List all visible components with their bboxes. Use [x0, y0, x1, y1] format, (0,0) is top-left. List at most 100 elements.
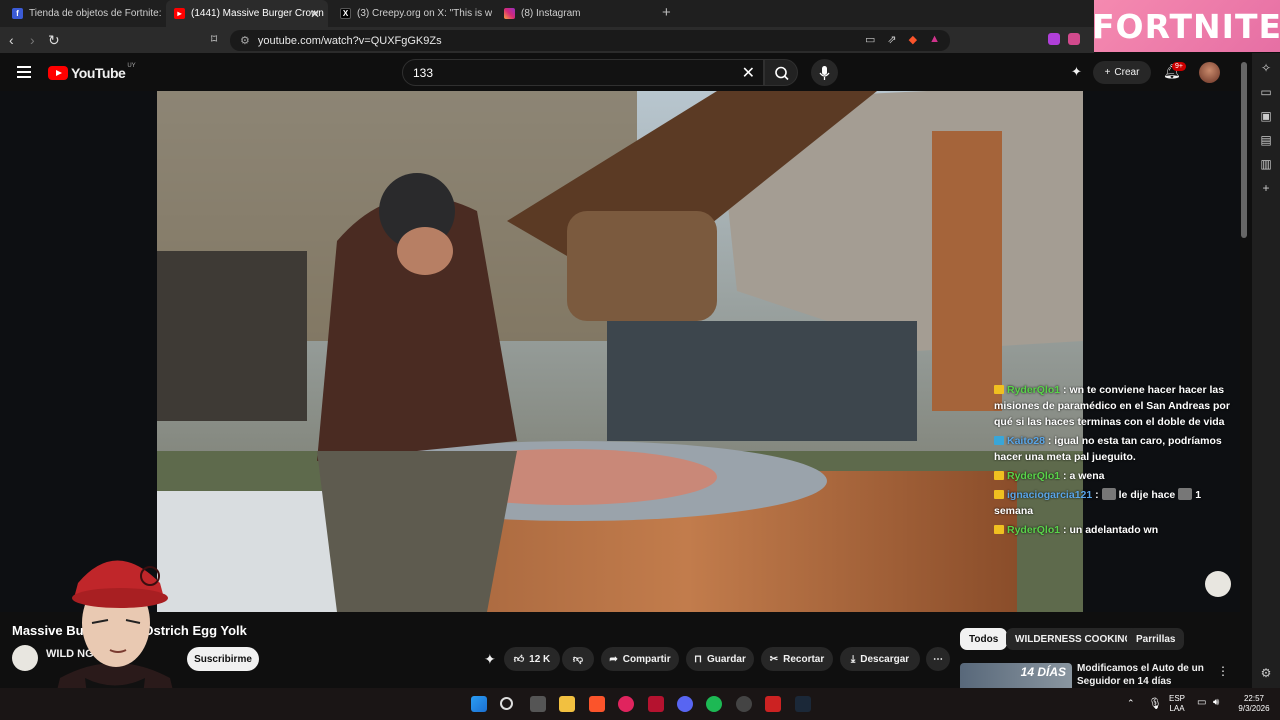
- create-button[interactable]: + Crear: [1093, 61, 1151, 84]
- tab-label: Tienda de objetos de Fortnite: Conte: [29, 8, 164, 19]
- plus-icon: +: [1104, 67, 1111, 78]
- clock[interactable]: 22:57 9/3/2026: [1232, 694, 1276, 714]
- chip-all[interactable]: Todos: [960, 628, 1008, 650]
- file-explorer-icon[interactable]: [559, 696, 575, 712]
- voice-search-button[interactable]: [811, 59, 838, 86]
- wallet-icon[interactable]: ▣: [1259, 109, 1273, 123]
- app-icon[interactable]: [765, 696, 781, 712]
- chat-text: : un adelantado wn: [1063, 524, 1159, 536]
- site-settings-icon[interactable]: ⚙: [240, 34, 250, 47]
- reading-list-icon[interactable]: ▥: [1259, 157, 1273, 171]
- settings-icon[interactable]: ⚙: [1259, 666, 1273, 680]
- video-frame: [157, 91, 1083, 612]
- windows-start-icon[interactable]: [471, 696, 487, 712]
- steam-icon[interactable]: [795, 696, 811, 712]
- language-code: ESP: [1168, 694, 1185, 703]
- game-controller-icon[interactable]: ✦: [484, 651, 496, 668]
- windows-taskbar: ⌃ 🎙︎ ESP LAA ▭ 🔊︎ 22:57 9/3/2026: [0, 688, 1280, 720]
- save-label: Guardar: [706, 653, 746, 665]
- tab-x[interactable]: X (3) Creepy.org on X: "This is why two: [332, 0, 492, 27]
- menu-icon[interactable]: [17, 66, 31, 78]
- logo-text: YouTube: [71, 65, 126, 81]
- like-button[interactable]: 👍︎ 12 K: [504, 647, 560, 671]
- chat-message: RyderQlo1 : a wena: [994, 468, 1240, 484]
- stream-chat-overlay: RyderQlo1 : wn te conviene hacer hacer l…: [994, 382, 1240, 541]
- bookmark-icon[interactable]: ⌑: [211, 32, 217, 46]
- clip-button[interactable]: ✂ Recortar: [761, 647, 833, 671]
- obs-icon[interactable]: [736, 696, 752, 712]
- tray-chevron-icon[interactable]: ⌃: [1127, 698, 1135, 709]
- search-input[interactable]: 133 ✕: [402, 59, 764, 86]
- user-avatar[interactable]: [1199, 62, 1220, 83]
- chat-message: RyderQlo1 : wn te conviene hacer hacer l…: [994, 382, 1240, 430]
- youtube-play-icon: [48, 66, 68, 80]
- dislike-button[interactable]: 👎︎: [562, 647, 594, 671]
- subscriber-badge-icon: [994, 525, 1004, 534]
- more-vertical-icon[interactable]: ⋮: [1217, 664, 1229, 678]
- extension-icon[interactable]: [1048, 33, 1060, 45]
- app-icon[interactable]: [648, 696, 664, 712]
- search-icon: [775, 66, 789, 81]
- search-icon[interactable]: [500, 697, 513, 710]
- chat-username: RyderQlo1: [1007, 384, 1061, 396]
- more-horizontal-icon: ⋯: [933, 653, 943, 665]
- youtube-tab-icon: ▸: [174, 8, 185, 19]
- chip-parrillas[interactable]: Parrillas: [1127, 628, 1185, 650]
- close-tab-icon[interactable]: ✕: [310, 7, 320, 21]
- bookmarks-icon[interactable]: ▤: [1259, 133, 1273, 147]
- save-button[interactable]: ⊓ Guardar: [686, 647, 754, 671]
- pin-icon[interactable]: ✧: [1259, 61, 1273, 75]
- brave-browser-icon[interactable]: [589, 696, 605, 712]
- search-button[interactable]: [764, 59, 798, 86]
- scrollbar[interactable]: [1241, 62, 1247, 238]
- tab-youtube[interactable]: ▸ (1441) Massive Burger Crown ✕: [166, 0, 328, 27]
- prime-badge-icon: [994, 436, 1004, 445]
- media-icon[interactable]: ▭: [1259, 85, 1273, 99]
- tab-label: (8) Instagram: [521, 8, 581, 19]
- extension-icon[interactable]: [1068, 33, 1080, 45]
- reload-icon[interactable]: ↻: [48, 32, 60, 49]
- recommendation-title[interactable]: Modificamos el Auto de un Seguidor en 14…: [1077, 662, 1207, 688]
- chip-wilderness-cooking[interactable]: WILDERNESS COOKING: [1006, 628, 1142, 650]
- brave-rewards-icon[interactable]: ▲: [929, 33, 940, 46]
- browser-tab-strip: f Tienda de objetos de Fortnite: Conte ▸…: [0, 0, 1280, 27]
- add-icon[interactable]: +: [1259, 181, 1273, 195]
- share-button[interactable]: ➦ Compartir: [601, 647, 679, 671]
- notification-badge: 9+: [1172, 62, 1186, 71]
- brave-shield-icon[interactable]: ◆: [909, 33, 917, 46]
- video-player[interactable]: [157, 91, 1083, 612]
- volume-icon[interactable]: 🔊︎: [1213, 697, 1219, 708]
- x-tab-icon: X: [340, 8, 351, 19]
- fortnite-tab-icon: f: [12, 8, 23, 19]
- keyboard-layout: LAA: [1169, 704, 1185, 713]
- url-input[interactable]: ⚙ youtube.com/watch?v=QUXFgGK9Zs ▭ ⇗ ◆ ▲: [230, 30, 950, 51]
- more-actions-button[interactable]: ⋯: [926, 647, 950, 671]
- language-indicator[interactable]: ESP LAA: [1165, 694, 1189, 714]
- new-tab-icon[interactable]: +: [662, 4, 671, 21]
- media-player-icon[interactable]: [618, 696, 634, 712]
- forward-icon[interactable]: ›: [30, 32, 35, 48]
- time-text: 22:57: [1243, 694, 1265, 703]
- download-button[interactable]: ⤓ Descargar: [840, 647, 920, 671]
- tab-instagram[interactable]: (8) Instagram: [496, 0, 656, 27]
- spotify-icon[interactable]: [706, 696, 722, 712]
- subscriber-badge-icon: [994, 490, 1004, 499]
- clear-search-icon[interactable]: ✕: [742, 63, 755, 83]
- thumbs-down-icon: 👎︎: [572, 654, 584, 665]
- chat-text: :: [1095, 489, 1099, 501]
- network-icon[interactable]: ▭: [1197, 697, 1206, 708]
- recommendation-thumbnail[interactable]: 14 DÍAS: [960, 663, 1072, 688]
- back-icon[interactable]: ‹: [9, 32, 14, 48]
- download-label: Descargar: [860, 653, 910, 665]
- chat-username: RyderQlo1: [1007, 470, 1061, 482]
- tab-fortnite-shop[interactable]: f Tienda de objetos de Fortnite: Conte: [4, 0, 164, 27]
- cast-icon[interactable]: ▭: [865, 33, 875, 46]
- discord-icon[interactable]: [677, 696, 693, 712]
- share-icon[interactable]: ⇗: [887, 33, 896, 46]
- microphone-icon[interactable]: 🎙︎: [1148, 697, 1162, 710]
- emote-icon: [1178, 488, 1193, 500]
- game-controller-icon[interactable]: ✦: [1071, 64, 1082, 80]
- task-view-icon[interactable]: [530, 696, 546, 712]
- channel-watermark[interactable]: [1205, 571, 1231, 597]
- youtube-logo[interactable]: YouTube UY: [48, 63, 136, 81]
